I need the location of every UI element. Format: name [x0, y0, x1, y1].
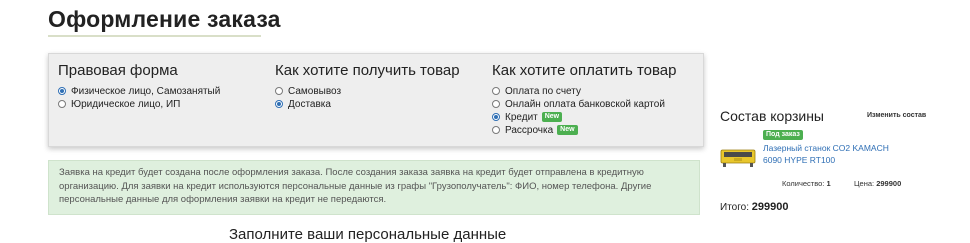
legal-form-option-individual[interactable]: Физическое лицо, Самозанятый — [58, 85, 220, 97]
radio-unchecked-icon[interactable] — [275, 87, 283, 95]
payment-heading: Как хотите оплатить товар — [492, 62, 677, 79]
cart-total: Итого: 299900 — [720, 201, 788, 213]
payment-option-invoice[interactable]: Оплата по счету — [492, 85, 581, 97]
quantity-value: 1 — [826, 179, 831, 188]
preorder-badge: Под заказ — [763, 130, 803, 140]
radio-unchecked-icon[interactable] — [492, 87, 500, 95]
new-badge: New — [541, 112, 563, 122]
option-label: Рассрочка — [505, 124, 554, 136]
legal-form-option-company[interactable]: Юридическое лицо, ИП — [58, 98, 180, 110]
option-label: Физическое лицо, Самозанятый — [71, 85, 221, 97]
radio-checked-icon[interactable] — [492, 113, 500, 121]
option-label: Самовывоз — [288, 85, 342, 97]
radio-checked-icon[interactable] — [275, 100, 283, 108]
page-title: Оформление заказа — [48, 6, 281, 32]
radio-unchecked-icon[interactable] — [58, 100, 66, 108]
product-name-link[interactable]: Лазерный станок CO2 KAMACH 6090 HYPE RT1… — [763, 142, 903, 166]
delivery-heading: Как хотите получить товар — [275, 62, 460, 79]
total-value: 299900 — [751, 201, 789, 213]
delivery-option-pickup[interactable]: Самовывоз — [275, 85, 341, 97]
new-badge: New — [557, 125, 578, 135]
personal-data-heading: Заполните ваши персональные данные — [229, 226, 507, 243]
edit-cart-link[interactable]: Изменить состав — [867, 112, 926, 119]
option-label: Оплата по счету — [505, 85, 581, 97]
order-options-panel: Правовая форма Физическое лицо, Самозаня… — [48, 53, 704, 147]
cart-title: Состав корзины — [720, 108, 824, 124]
radio-unchecked-icon[interactable] — [492, 126, 500, 134]
option-label: Кредит — [505, 111, 538, 123]
option-label: Юридическое лицо, ИП — [71, 98, 181, 110]
product-image[interactable] — [720, 142, 756, 170]
radio-checked-icon[interactable] — [58, 87, 66, 95]
payment-option-credit[interactable]: Кредит New — [492, 111, 563, 123]
cart-quantity: Количество: 1 — [782, 179, 831, 188]
delivery-option-shipping[interactable]: Доставка — [275, 98, 331, 110]
payment-option-card[interactable]: Онлайн оплата банковской картой — [492, 98, 665, 110]
payment-option-installment[interactable]: Рассрочка New — [492, 124, 578, 136]
option-label: Онлайн оплата банковской картой — [505, 98, 665, 110]
radio-unchecked-icon[interactable] — [492, 100, 500, 108]
title-underline — [48, 35, 261, 37]
total-label: Итого: — [720, 202, 749, 213]
credit-info-notice: Заявка на кредит будет создана после офо… — [48, 160, 700, 215]
price-label: Цена: — [854, 179, 875, 188]
cart-price: Цена: 299900 — [854, 179, 901, 188]
legal-form-heading: Правовая форма — [58, 62, 178, 79]
price-value: 299900 — [876, 179, 902, 188]
option-label: Доставка — [288, 98, 331, 110]
quantity-label: Количество: — [782, 179, 825, 188]
